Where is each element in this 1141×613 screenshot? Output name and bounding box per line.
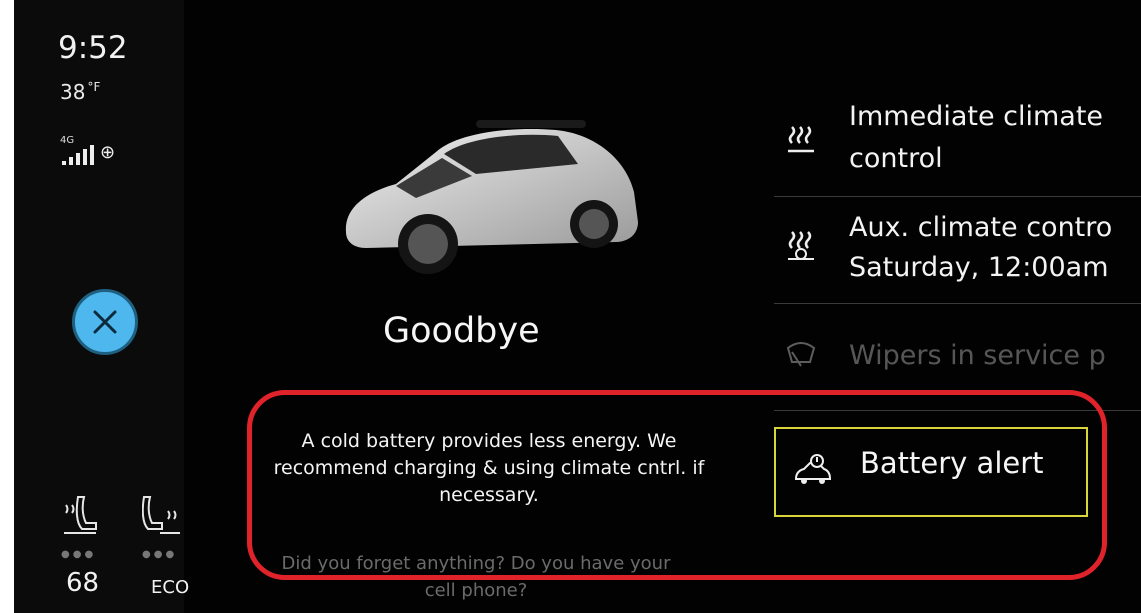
aux-climate-icon (788, 231, 814, 260)
menu-divider (774, 303, 1141, 304)
wipers-label: Wipers in service p (849, 340, 1106, 371)
aux-climate-label-line2: Saturday, 12:00am (849, 252, 1109, 283)
globe-icon: ⊕ (100, 142, 116, 163)
seat-heat-icon (64, 496, 97, 534)
outside-temperature: 38 °F (60, 80, 100, 104)
close-icon (93, 310, 117, 334)
immediate-climate-control-item[interactable]: Immediate climate control (774, 95, 1141, 195)
vehicle-image (345, 120, 638, 274)
right-seat-level-dots: ●●● (142, 549, 178, 560)
seat-heat-icon (141, 496, 180, 534)
aux-climate-label-line1: Aux. climate contro (849, 212, 1113, 243)
right-seat-value: ECO (151, 577, 190, 598)
menu-divider (774, 196, 1141, 197)
wiper-icon (786, 342, 816, 367)
annotation-highlight-ring (247, 390, 1107, 580)
temperature-value: 38 (60, 80, 86, 104)
wipers-service-position-item[interactable]: Wipers in service p (774, 310, 1141, 402)
signal-bars-icon (62, 145, 94, 165)
heat-waves-icon (788, 126, 814, 153)
aux-climate-control-item[interactable]: Aux. climate contro Saturday, 12:00am (774, 200, 1141, 300)
status-rail: 9:52 38 °F 4G ⊕ ●●● 68 ●●● ECO (14, 0, 189, 613)
immediate-climate-label-line1: Immediate climate (849, 101, 1104, 132)
infotainment-screen: 9:52 38 °F 4G ⊕ ●●● 68 ●●● ECO Goodbye A… (14, 0, 1141, 613)
goodbye-heading: Goodbye (383, 311, 540, 351)
immediate-climate-label-line2: control (849, 143, 943, 174)
close-button[interactable] (72, 289, 138, 355)
clock: 9:52 (58, 30, 128, 66)
network-status: 4G ⊕ (60, 135, 140, 175)
left-seat-level-dots: ●●● (61, 549, 97, 560)
left-seat-heat-button[interactable] (62, 493, 102, 539)
right-seat-heat-button[interactable] (141, 493, 182, 539)
left-seat-value: 68 (66, 568, 100, 598)
temperature-unit: °F (87, 80, 101, 94)
